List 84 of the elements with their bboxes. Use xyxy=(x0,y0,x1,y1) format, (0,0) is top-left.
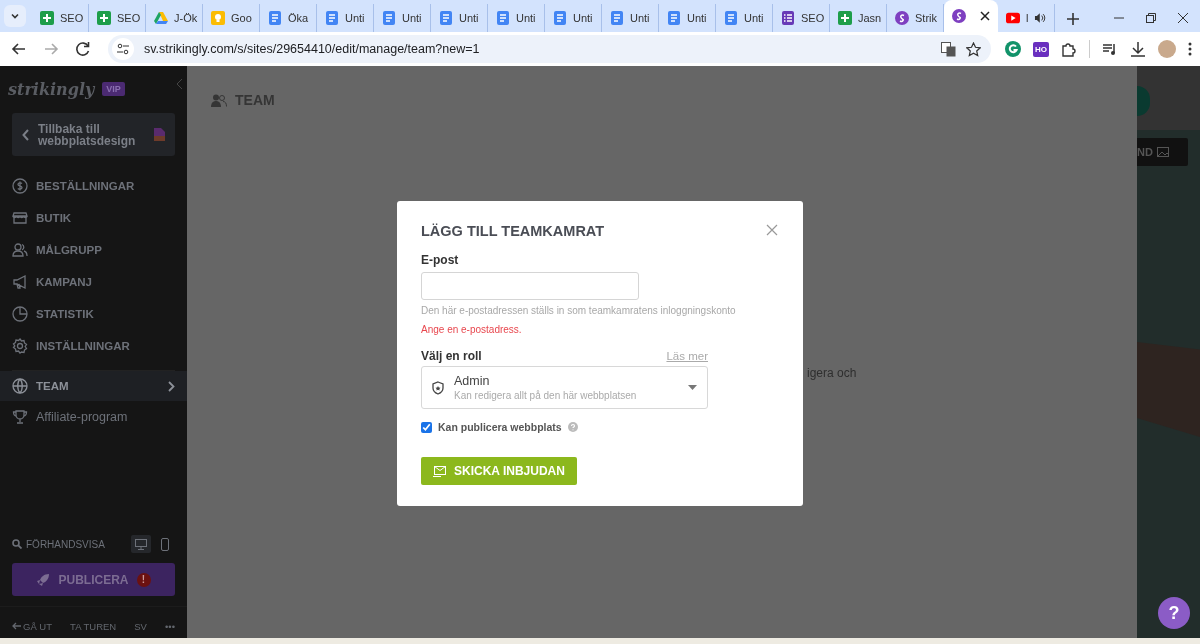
document-icon xyxy=(553,11,567,25)
new-tab-icon[interactable] xyxy=(1067,13,1079,25)
document-icon xyxy=(268,11,282,25)
media-icon[interactable] xyxy=(1102,41,1118,57)
extension-icon[interactable] xyxy=(1005,41,1021,57)
close-icon[interactable] xyxy=(980,11,990,21)
address-bar[interactable]: sv.strikingly.com/s/sites/29654410/edit/manage/team?new=1 xyxy=(108,35,991,63)
document-icon xyxy=(667,11,681,25)
spreadsheet-icon xyxy=(97,11,111,25)
role-dropdown[interactable]: Admin Kan redigera allt på den här webbplatsen xyxy=(421,366,708,409)
body-text: igera och xyxy=(807,366,857,380)
globe-icon xyxy=(12,378,28,394)
logo: strikingly xyxy=(8,79,95,99)
document-icon xyxy=(325,11,339,25)
sidebar-item[interactable]: Affiliate-program xyxy=(0,401,187,433)
sidebar-item[interactable]: MÅLGRUPP xyxy=(0,234,187,266)
help-button[interactable]: ? xyxy=(1158,597,1190,629)
tab-search-button[interactable] xyxy=(4,5,26,27)
people-icon xyxy=(211,93,227,107)
close-button[interactable] xyxy=(765,224,779,238)
translate-icon[interactable] xyxy=(941,41,956,57)
sidebar-item[interactable]: KAMPANJ xyxy=(0,266,187,298)
lightbulb-icon xyxy=(211,11,225,25)
email-hint: Den här e-postadressen ställs in som teamkamratens inloggningskonto xyxy=(421,305,737,316)
publish-checkbox[interactable] xyxy=(421,421,432,433)
menu-icon[interactable] xyxy=(1188,41,1192,57)
round-logo-icon xyxy=(895,11,909,25)
settings-icon xyxy=(12,338,28,354)
puzzle-icon[interactable] xyxy=(1061,41,1077,57)
plan-badge: VIP xyxy=(102,82,125,96)
browser-tab[interactable] xyxy=(944,0,998,32)
alert-badge: ! xyxy=(136,572,151,587)
document-icon xyxy=(382,11,396,25)
document-icon xyxy=(724,11,738,25)
sidebar-item[interactable]: BESTÄLLNINGAR xyxy=(0,170,187,202)
star-icon[interactable] xyxy=(966,41,981,57)
people-icon xyxy=(12,242,28,258)
spreadsheet-icon xyxy=(838,11,852,25)
trophy-icon xyxy=(12,409,28,425)
download-icon[interactable] xyxy=(1130,41,1146,57)
error-message: Ange en e-postadress. xyxy=(421,324,523,335)
envelope-icon xyxy=(433,465,446,477)
email-field[interactable] xyxy=(421,272,639,300)
form-icon xyxy=(781,11,795,25)
email-label: E-post xyxy=(421,253,460,267)
sidebar-item[interactable]: INSTÄLLNINGAR xyxy=(0,330,187,362)
document-icon xyxy=(439,11,453,25)
desktop-toggle[interactable] xyxy=(131,535,151,553)
sidebar-item[interactable]: TEAM xyxy=(0,371,187,401)
spreadsheet-icon xyxy=(40,11,54,25)
page-icon xyxy=(154,128,165,141)
role-label: Välj en roll xyxy=(421,349,482,363)
sliders-icon[interactable] xyxy=(117,43,129,55)
chevron-icon xyxy=(22,128,30,141)
document-icon xyxy=(610,11,624,25)
extension-badge[interactable]: HO xyxy=(1033,41,1049,57)
coin-icon xyxy=(12,178,28,194)
pie-chart-icon xyxy=(12,306,28,322)
caret-icon xyxy=(10,11,20,21)
publish-button[interactable]: PUBLICERA ! xyxy=(12,563,175,596)
rocket-icon xyxy=(36,572,51,587)
phone-icon xyxy=(161,537,169,551)
back-button[interactable]: Tillbaka till webbplatsdesign xyxy=(12,113,175,156)
store-icon xyxy=(12,210,28,226)
play-logo-icon xyxy=(1006,11,1020,25)
megaphone-icon xyxy=(12,274,28,290)
preview-link[interactable]: FÖRHANDSVISA xyxy=(26,538,127,550)
checkbox-label: Kan publicera webbplats xyxy=(438,421,562,433)
arrow-icon xyxy=(12,622,21,630)
monitor-icon xyxy=(135,538,147,550)
search-icon xyxy=(12,539,22,549)
restore-icon[interactable] xyxy=(1146,13,1156,23)
sidebar-item[interactable]: BUTIK xyxy=(0,202,187,234)
dialog-title: LÄGG TILL TEAMKAMRAT xyxy=(421,223,605,239)
sidebar-item[interactable]: STATISTIK xyxy=(0,298,187,330)
caret-icon xyxy=(688,385,697,390)
chevron-icon xyxy=(168,380,175,392)
round-logo-icon xyxy=(952,9,966,23)
help-icon xyxy=(567,422,578,432)
image-icon xyxy=(1156,147,1169,157)
triangle-logo-icon xyxy=(154,11,168,25)
shield-icon xyxy=(432,380,444,395)
close-icon[interactable] xyxy=(1178,13,1188,23)
document-icon xyxy=(496,11,510,25)
